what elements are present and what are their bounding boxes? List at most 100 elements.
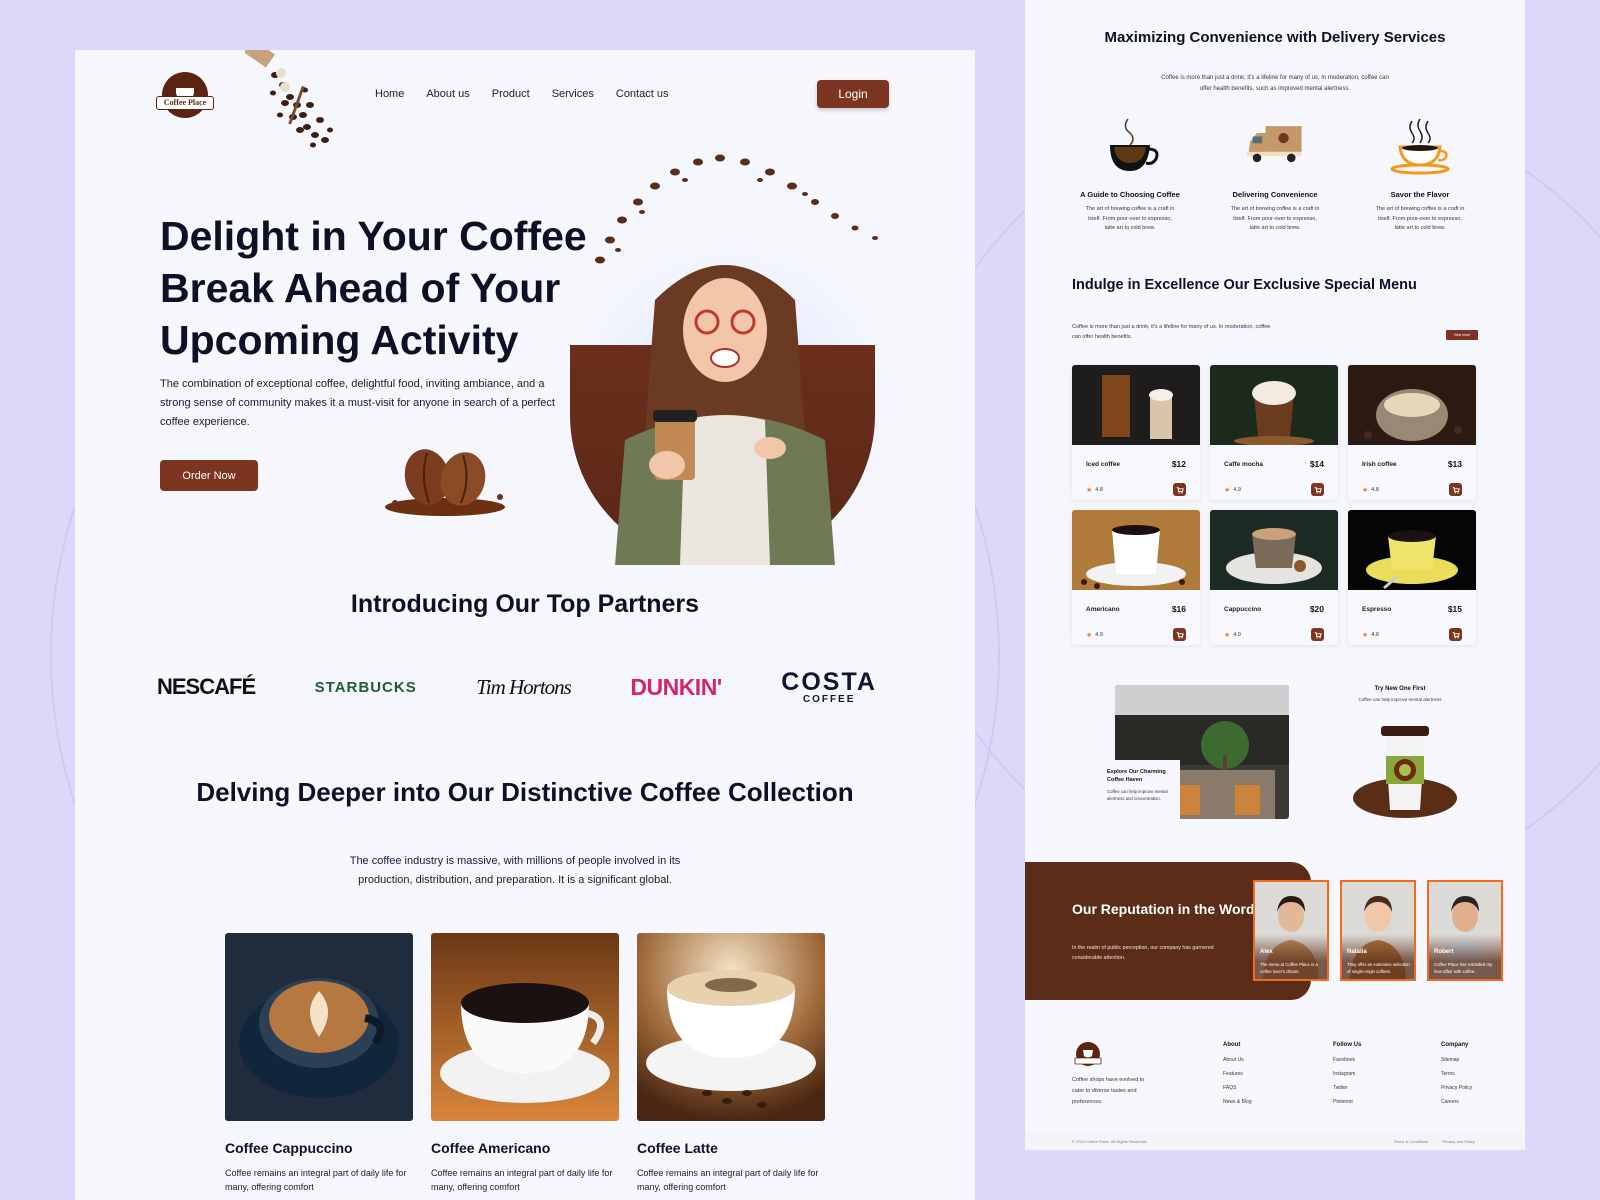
- menu-card[interactable]: Cappuccino $20 ★ 4.9: [1210, 510, 1338, 645]
- menu-item-image: [1348, 510, 1476, 590]
- starbucks-logo[interactable]: STARBUCKS: [315, 679, 417, 696]
- cart-icon: [1452, 631, 1460, 639]
- footer-column-company: Company Sitemap Terms Privacy Policy Car…: [1441, 1042, 1472, 1113]
- testimonial-list: Alex The menu at Coffee Place is a coffee…: [1253, 880, 1503, 981]
- menu-card-footer: ★ 4.8: [1086, 483, 1186, 496]
- haven-title: Explore Our Charming Coffee Haven: [1107, 769, 1166, 783]
- footer-link[interactable]: Features: [1223, 1071, 1252, 1077]
- view-more-button[interactable]: View more: [1446, 330, 1478, 340]
- menu-card[interactable]: Espresso $15 ★ 4.8: [1348, 510, 1476, 645]
- delivery-truck-icon: [1246, 126, 1302, 163]
- add-to-cart-button[interactable]: [1449, 628, 1462, 641]
- haven-description: Coffee can help improve mental alertness…: [1107, 789, 1168, 801]
- costa-logo[interactable]: COSTA COFFEE: [781, 667, 877, 705]
- menu-card-footer: ★ 4.9: [1224, 628, 1324, 641]
- testimonial-card[interactable]: Natalia They offer an extensive selection…: [1340, 880, 1416, 981]
- menu-card-header: Espresso $15: [1362, 604, 1462, 614]
- feature-card: A Guide to Choosing Coffee The art of br…: [1065, 115, 1195, 234]
- product-description: Coffee remains an integral part of daily…: [225, 1168, 407, 1192]
- feature-card: Savor the Flavor The art of brewing coff…: [1355, 115, 1485, 234]
- footer-link[interactable]: Sitemap: [1441, 1057, 1472, 1063]
- product-card[interactable]: Coffee Latte Coffee remains an integral …: [637, 933, 825, 1194]
- footer-link[interactable]: Terms: [1441, 1071, 1472, 1077]
- cart-icon: [1314, 486, 1322, 494]
- nav-link-services[interactable]: Services: [552, 88, 594, 100]
- product-list: Coffee Cappuccino Coffee remains an inte…: [225, 933, 825, 1194]
- menu-item-price: $15: [1447, 604, 1462, 614]
- testimonial-card[interactable]: Alex The menu at Coffee Place is a coffee…: [1253, 880, 1329, 981]
- costa-wordmark: COSTA: [781, 667, 877, 696]
- add-to-cart-button[interactable]: [1449, 483, 1462, 496]
- delivery-subtitle: Coffee is more than just a drink; it's a…: [1161, 75, 1389, 92]
- menu-card[interactable]: Irish coffee $13 ★ 4.8: [1348, 365, 1476, 500]
- footer-link[interactable]: FAQS: [1223, 1085, 1252, 1091]
- main-nav: Home About us Product Services Contact u…: [375, 88, 668, 100]
- footer-link[interactable]: News & Blog: [1223, 1099, 1252, 1105]
- menu-card[interactable]: Caffe mocha $14 ★ 4.9: [1210, 365, 1338, 500]
- menu-item-price: $16: [1171, 604, 1186, 614]
- hero-visual: [560, 150, 900, 580]
- landing-page-left: Coffee Place Home About us Product Servi…: [75, 50, 975, 1200]
- menu-card-footer: ★ 4.8: [1362, 483, 1462, 496]
- tim-hortons-wordmark: Tim Hortons: [476, 674, 572, 699]
- terms-link[interactable]: Terms & Conditions: [1394, 1139, 1429, 1144]
- footer-logo[interactable]: [1073, 1040, 1103, 1070]
- nav-link-home[interactable]: Home: [375, 88, 404, 100]
- star-icon: ★: [1362, 631, 1369, 639]
- coffee-place-logo[interactable]: Coffee Place: [156, 72, 214, 122]
- menu-card-header: Cappuccino $20: [1224, 604, 1324, 614]
- testimonial-card[interactable]: Robert Coffee Place has rekindled my love…: [1427, 880, 1503, 981]
- try-new-description: Coffee can help improve mental alertness: [1358, 697, 1442, 702]
- menu-card-info: Americano $16 ★ 4.9: [1072, 595, 1200, 641]
- product-card[interactable]: Coffee Cappuccino Coffee remains an inte…: [225, 933, 413, 1194]
- menu-grid: Iced coffee $12 ★ 4.8 Caffe mocha $14 ★ 4.9 Iris…: [1072, 365, 1482, 645]
- legal-links: Terms & Conditions Privacy and Policy: [1394, 1139, 1475, 1144]
- footer-link-facebook[interactable]: Facebook: [1333, 1057, 1361, 1063]
- menu-card-info: Espresso $15 ★ 4.8: [1348, 595, 1476, 641]
- star-icon: ★: [1224, 631, 1231, 639]
- menu-card[interactable]: Americano $16 ★ 4.9: [1072, 510, 1200, 645]
- menu-item-name: Espresso: [1362, 605, 1392, 613]
- menu-item-price: $13: [1447, 459, 1462, 469]
- footer-about-text: Coffee shops have evolved to cater to di…: [1072, 1077, 1145, 1105]
- americano-image: [431, 933, 619, 1121]
- smiling-woman-with-coffee-image: [615, 265, 835, 565]
- footer-link[interactable]: Careers: [1441, 1099, 1472, 1105]
- footer-column-follow: Follow Us Facebook Instagram Twitter Pin…: [1333, 1042, 1361, 1113]
- add-to-cart-button[interactable]: [1173, 483, 1186, 496]
- footer-link[interactable]: Privacy Policy: [1441, 1085, 1472, 1091]
- footer-link[interactable]: About Us: [1223, 1057, 1252, 1063]
- login-button[interactable]: Login: [817, 80, 889, 108]
- privacy-link[interactable]: Privacy and Policy: [1442, 1139, 1475, 1144]
- tim-hortons-logo[interactable]: Tim Hortons: [476, 674, 572, 700]
- menu-card[interactable]: Iced coffee $12 ★ 4.8: [1072, 365, 1200, 500]
- footer-link-twitter[interactable]: Twitter: [1333, 1085, 1361, 1091]
- nescafe-logo[interactable]: NESCAFÉ: [157, 674, 256, 700]
- coffee-beans-splash-image: [385, 449, 505, 516]
- product-card[interactable]: Coffee Americano Coffee remains an integ…: [431, 933, 619, 1194]
- nav-link-about[interactable]: About us: [426, 88, 469, 100]
- copyright-text: © 2023 Coffee Place, All Rights Reserved…: [1072, 1139, 1148, 1144]
- feature-title: Savor the Flavor: [1390, 190, 1450, 199]
- footer-column-title: About: [1223, 1042, 1241, 1048]
- menu-item-rating: ★ 4.9: [1086, 631, 1103, 639]
- footer-link-pinterest[interactable]: Pinterest: [1333, 1099, 1361, 1105]
- product-description: Coffee remains an integral part of daily…: [431, 1168, 613, 1192]
- hero-title: Delight in Your Coffee Break Ahead of Yo…: [160, 213, 587, 363]
- nav-link-product[interactable]: Product: [492, 88, 530, 100]
- try-new-title: Try New One First: [1374, 686, 1426, 692]
- feature-title: A Guide to Choosing Coffee: [1080, 190, 1180, 199]
- cart-icon: [1176, 631, 1184, 639]
- dunkin-logo[interactable]: DUNKIN': [630, 674, 722, 701]
- menu-item-name: Caffe mocha: [1224, 460, 1264, 468]
- nav-link-contact[interactable]: Contact us: [616, 88, 669, 100]
- footer-link-instagram[interactable]: Instagram: [1333, 1071, 1361, 1077]
- add-to-cart-button[interactable]: [1311, 628, 1324, 641]
- menu-item-rating: ★ 4.8: [1362, 486, 1379, 494]
- add-to-cart-button[interactable]: [1311, 483, 1324, 496]
- order-now-button[interactable]: Order Now: [160, 460, 258, 491]
- add-to-cart-button[interactable]: [1173, 628, 1186, 641]
- menu-card-header: Caffe mocha $14: [1224, 459, 1324, 469]
- rating-value: 4.9: [1233, 631, 1241, 638]
- menu-item-name: Irish coffee: [1362, 460, 1397, 468]
